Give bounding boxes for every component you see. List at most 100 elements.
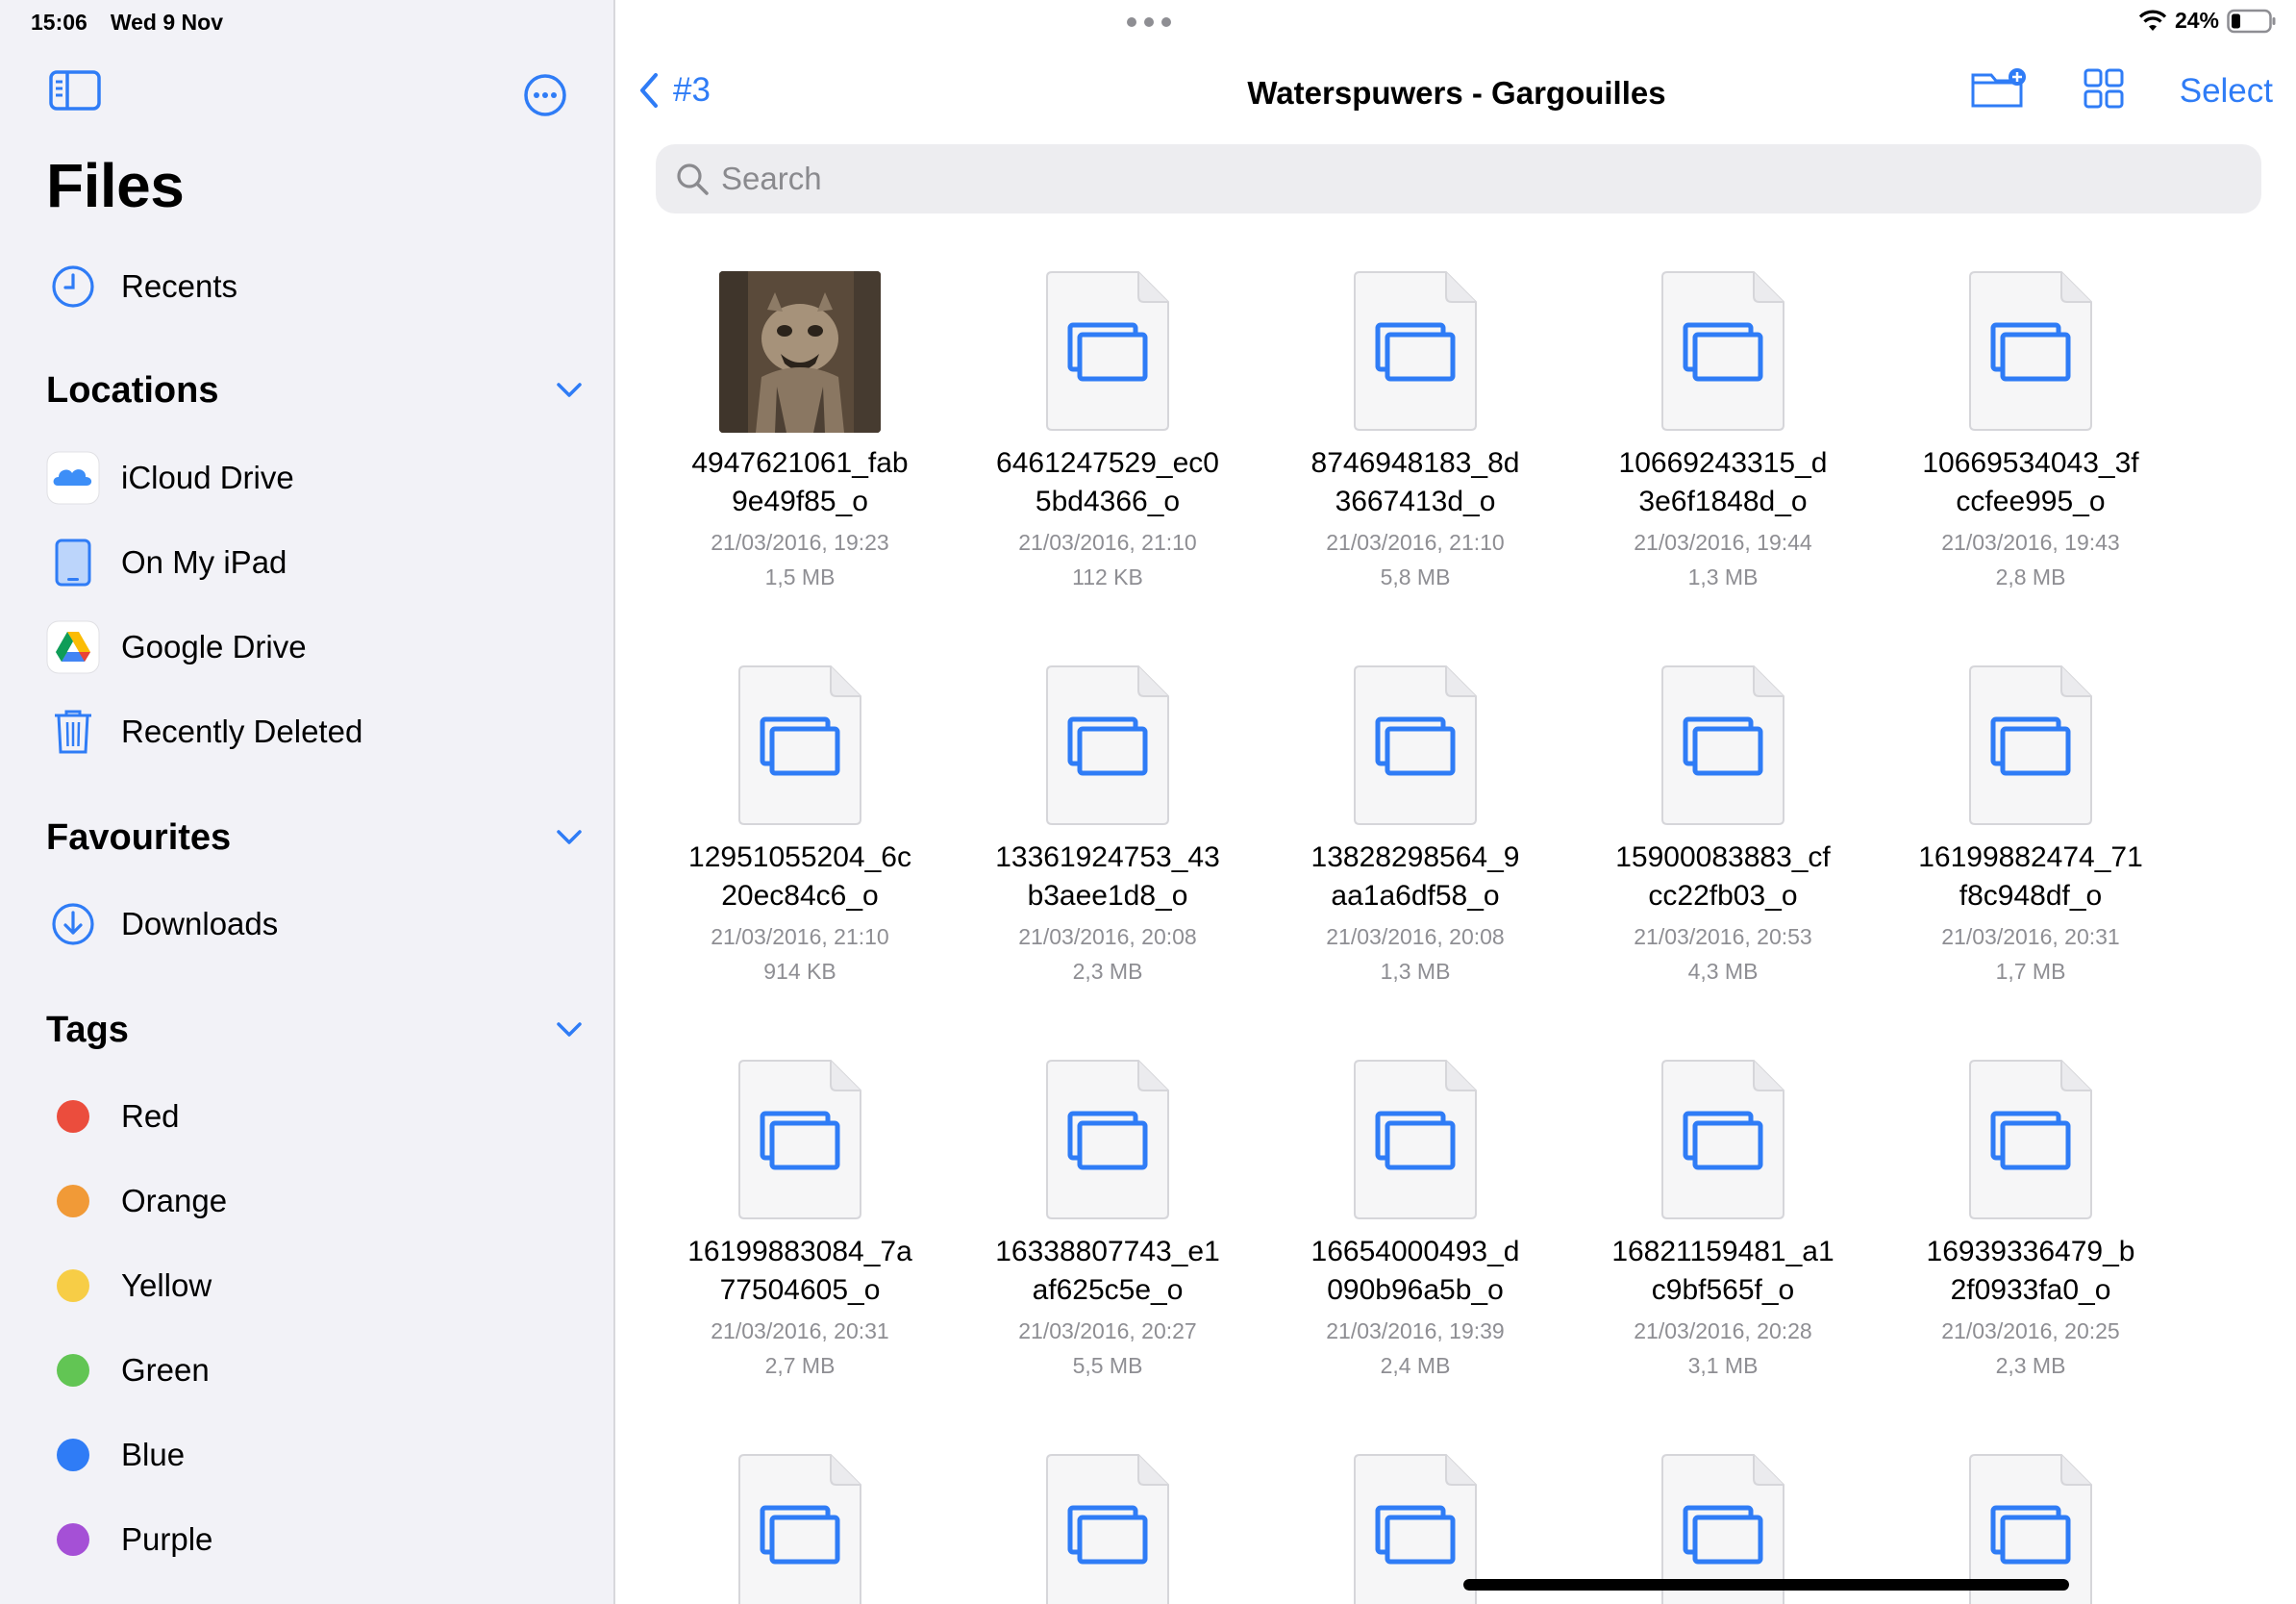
tags-section-header[interactable]: Tags bbox=[46, 1003, 585, 1057]
file-name: 10669243315_d 3e6f1848d_o bbox=[1569, 444, 1877, 521]
file-thumbnail bbox=[1569, 664, 1877, 827]
file-item[interactable]: 10669243315_d 3e6f1848d_o 21/03/2016, 19:4… bbox=[1569, 269, 1877, 594]
sidebar-item-on-my-ipad[interactable]: On My iPad bbox=[46, 532, 585, 593]
file-name: 8746948183_8d 3667413d_o bbox=[1261, 444, 1569, 521]
file-thumbnail bbox=[954, 1452, 1261, 1604]
file-item[interactable]: 16199883084_7a 77504605_o 21/03/2016, 20:3… bbox=[646, 1058, 954, 1383]
file-thumbnail bbox=[1261, 269, 1569, 433]
section-title: Locations bbox=[46, 369, 219, 411]
file-item[interactable]: 12951055204_6c 20ec84c6_o 21/03/2016, 21:1… bbox=[646, 664, 954, 989]
image-thumbnail bbox=[719, 271, 881, 433]
file-item[interactable]: 6461247529_ec0 5bd4366_o 21/03/2016, 21:10… bbox=[954, 269, 1261, 594]
sidebar-item-recents[interactable]: Recents bbox=[46, 256, 585, 317]
file-meta: 21/03/2016, 20:31 2,7 MB bbox=[646, 1314, 954, 1383]
file-item[interactable] bbox=[646, 1452, 954, 1604]
more-options-button[interactable] bbox=[523, 73, 567, 122]
document-file-icon bbox=[1046, 665, 1169, 825]
file-meta: 21/03/2016, 19:23 1,5 MB bbox=[646, 525, 954, 594]
file-meta: 21/03/2016, 20:25 2,3 MB bbox=[1877, 1314, 2184, 1383]
sidebar-item-label: Yellow bbox=[121, 1267, 212, 1303]
sidebar-item-label: Orange bbox=[121, 1183, 228, 1218]
file-size: 2,3 MB bbox=[1995, 1353, 2066, 1378]
file-date: 21/03/2016, 20:28 bbox=[1634, 1318, 1812, 1343]
file-name: 15900083883_cf cc22fb03_o bbox=[1569, 839, 1877, 915]
view-options-button[interactable] bbox=[2084, 68, 2124, 113]
file-item[interactable]: 16821159481_a1 c9bf565f_o 21/03/2016, 20:2… bbox=[1569, 1058, 1877, 1383]
file-name-line: 13361924753_43 bbox=[995, 841, 1220, 873]
sidebar-tag-orange[interactable]: Orange bbox=[46, 1170, 585, 1232]
file-name: 16654000493_d 090b96a5b_o bbox=[1261, 1233, 1569, 1310]
file-name: 12951055204_6c 20ec84c6_o bbox=[646, 839, 954, 915]
sidebar-toggle-icon bbox=[49, 70, 101, 111]
wifi-icon bbox=[2138, 10, 2167, 31]
file-item[interactable]: 13828298564_9 aa1a6df58_o 21/03/2016, 20:0… bbox=[1261, 664, 1569, 989]
file-date: 21/03/2016, 19:43 bbox=[1941, 530, 2120, 555]
document-file-icon bbox=[1661, 271, 1784, 431]
file-date: 21/03/2016, 20:08 bbox=[1326, 924, 1505, 949]
file-date: 21/03/2016, 21:10 bbox=[1018, 530, 1197, 555]
file-meta: 21/03/2016, 21:10 914 KB bbox=[646, 919, 954, 989]
multitasking-handle[interactable] bbox=[1127, 17, 1171, 27]
status-date: Wed 9 Nov bbox=[110, 10, 223, 35]
document-file-icon bbox=[1354, 665, 1477, 825]
file-item[interactable] bbox=[954, 1452, 1261, 1604]
file-size: 3,1 MB bbox=[1687, 1353, 1759, 1378]
icloud-icon bbox=[46, 451, 100, 505]
file-thumbnail bbox=[1877, 1058, 2184, 1221]
file-meta: 21/03/2016, 21:10 112 KB bbox=[954, 525, 1261, 594]
sidebar-tag-blue[interactable]: Blue bbox=[46, 1424, 585, 1486]
sidebar-tag-green[interactable]: Green bbox=[46, 1340, 585, 1401]
search-input[interactable] bbox=[721, 161, 2221, 197]
new-folder-button[interactable] bbox=[1970, 67, 2028, 114]
file-item[interactable]: 10669534043_3f ccfee995_o 21/03/2016, 19:4… bbox=[1877, 269, 2184, 594]
sidebar-tag-purple[interactable]: Purple bbox=[46, 1509, 585, 1570]
file-name-line: aa1a6df58_o bbox=[1331, 880, 1500, 912]
sidebar-item-label: Blue bbox=[121, 1437, 186, 1472]
sidebar-tag-yellow[interactable]: Yellow bbox=[46, 1255, 585, 1316]
sidebar-item-label: Green bbox=[121, 1352, 210, 1388]
file-size: 1,5 MB bbox=[764, 564, 836, 589]
back-button[interactable]: #3 bbox=[638, 71, 711, 110]
sidebar-item-downloads[interactable]: Downloads bbox=[46, 893, 585, 955]
file-thumbnail bbox=[1261, 664, 1569, 827]
document-file-icon bbox=[1354, 271, 1477, 431]
file-name-line: 16338807743_e1 bbox=[995, 1236, 1220, 1267]
document-file-icon bbox=[1046, 271, 1169, 431]
sidebar-item-google-drive[interactable]: Google Drive bbox=[46, 616, 585, 678]
file-item[interactable]: 4947621061_fab 9e49f85_o 21/03/2016, 19:23… bbox=[646, 269, 954, 594]
sidebar-toggle-button[interactable] bbox=[48, 69, 102, 116]
file-name-line: 16199882474_71 bbox=[1918, 841, 2143, 873]
file-date: 21/03/2016, 20:31 bbox=[711, 1318, 889, 1343]
select-button[interactable]: Select bbox=[2180, 72, 2273, 111]
file-date: 21/03/2016, 21:10 bbox=[1326, 530, 1505, 555]
favourites-section-header[interactable]: Favourites bbox=[46, 811, 585, 865]
file-item[interactable]: 16939336479_b 2f0933fa0_o 21/03/2016, 20:2… bbox=[1877, 1058, 2184, 1383]
file-date: 21/03/2016, 20:53 bbox=[1634, 924, 1812, 949]
file-meta: 21/03/2016, 20:28 3,1 MB bbox=[1569, 1314, 1877, 1383]
gargoyle-photo-icon bbox=[719, 271, 881, 433]
sidebar-item-recently-deleted[interactable]: Recently Deleted bbox=[46, 701, 585, 763]
file-meta: 21/03/2016, 19:39 2,4 MB bbox=[1261, 1314, 1569, 1383]
file-item[interactable]: 16654000493_d 090b96a5b_o 21/03/2016, 19:3… bbox=[1261, 1058, 1569, 1383]
ellipsis-circle-icon bbox=[524, 74, 566, 116]
file-item[interactable]: 13361924753_43 b3aee1d8_o 21/03/2016, 20:0… bbox=[954, 664, 1261, 989]
sidebar-tag-red[interactable]: Red bbox=[46, 1086, 585, 1147]
file-browser: 24% #3 Waterspuwers - Gargouilles Select… bbox=[617, 0, 2296, 1604]
file-item[interactable]: 16199882474_71 f8c948df_o 21/03/2016, 20:3… bbox=[1877, 664, 2184, 989]
file-name-line: 16654000493_d bbox=[1310, 1236, 1520, 1267]
file-name: 4947621061_fab 9e49f85_o bbox=[646, 444, 954, 521]
file-item[interactable]: 15900083883_cf cc22fb03_o 21/03/2016, 20:5… bbox=[1569, 664, 1877, 989]
document-file-icon bbox=[1969, 271, 2092, 431]
file-item[interactable]: 16338807743_e1 af625c5e_o 21/03/2016, 20:2… bbox=[954, 1058, 1261, 1383]
file-meta: 21/03/2016, 21:10 5,8 MB bbox=[1261, 525, 1569, 594]
locations-section-header[interactable]: Locations bbox=[46, 363, 585, 417]
file-item[interactable]: 8746948183_8d 3667413d_o 21/03/2016, 21:10… bbox=[1261, 269, 1569, 594]
sidebar-item-icloud-drive[interactable]: iCloud Drive bbox=[46, 447, 585, 509]
file-name: 16821159481_a1 c9bf565f_o bbox=[1569, 1233, 1877, 1310]
file-name-line: 6461247529_ec0 bbox=[996, 447, 1219, 479]
sidebar-item-label: Downloads bbox=[121, 906, 279, 941]
search-bar[interactable] bbox=[656, 144, 2261, 213]
home-indicator[interactable] bbox=[1463, 1579, 2069, 1591]
file-thumbnail bbox=[954, 664, 1261, 827]
tag-color-dot bbox=[57, 1523, 89, 1556]
